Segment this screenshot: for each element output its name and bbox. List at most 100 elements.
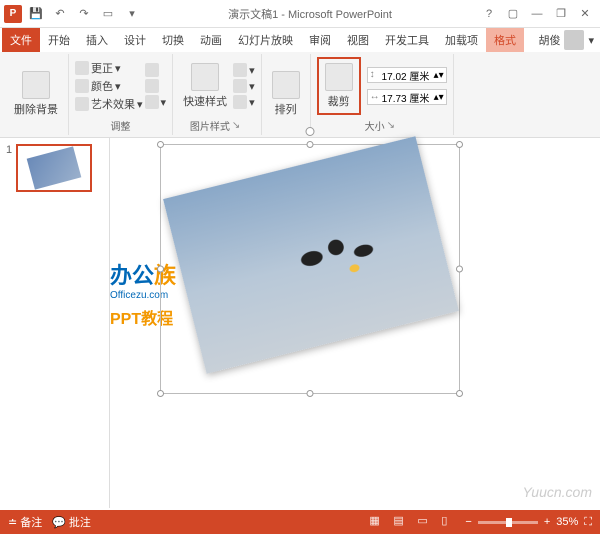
user-name: 胡俊 (538, 32, 560, 48)
undo-icon[interactable]: ↶ (50, 4, 70, 24)
resize-handle-w[interactable] (157, 266, 164, 273)
zoom-out-icon[interactable]: − (465, 516, 471, 528)
sorter-view-icon[interactable]: ▤ (393, 514, 411, 530)
fit-to-window-icon[interactable]: ⛶ (584, 516, 592, 529)
spinner-up-down-icon[interactable]: ▴▾ (434, 70, 444, 81)
tab-design[interactable]: 设计 (116, 28, 154, 52)
redo-icon[interactable]: ↷ (74, 4, 94, 24)
change-picture-button[interactable] (145, 79, 167, 93)
resize-handle-s[interactable] (307, 390, 314, 397)
title-bar: P 💾 ↶ ↷ ▭ ▾ 演示文稿1 - Microsoft PowerPoint… (0, 0, 600, 28)
tab-slideshow[interactable]: 幻灯片放映 (230, 28, 301, 52)
dialog-launcher-icon[interactable]: ↘ (387, 120, 399, 132)
quick-styles-button[interactable]: 快速样式 (179, 61, 231, 111)
window-controls: ? ▢ — ❐ ✕ (478, 4, 596, 24)
group-arrange: 排列 (262, 54, 311, 135)
tab-view[interactable]: 视图 (339, 28, 377, 52)
thumbnail-image (27, 146, 82, 189)
crop-icon (325, 63, 353, 91)
tab-review[interactable]: 审阅 (301, 28, 339, 52)
group-styles: 快速样式 ▾ ▾ ▾ 图片样式 ↘ (173, 54, 262, 135)
notes-button[interactable]: ≐备注 (8, 514, 42, 530)
ribbon-options-icon[interactable]: ▢ (502, 4, 524, 24)
start-slideshow-icon[interactable]: ▭ (98, 4, 118, 24)
spinner-up-down-icon[interactable]: ▴▾ (434, 92, 444, 103)
slideshow-view-icon[interactable]: ▯ (441, 514, 459, 530)
restore-icon[interactable]: ❐ (550, 4, 572, 24)
comments-button[interactable]: 💬批注 (52, 514, 91, 530)
status-bar: ≐备注 💬批注 ▦ ▤ ▭ ▯ − + 35% ⛶ (0, 510, 600, 534)
group-adjust: 更正▾ 颜色▾ 艺术效果▾ ▾ 调整 (69, 54, 173, 135)
tab-format[interactable]: 格式 (486, 28, 524, 52)
quick-styles-icon (191, 63, 219, 91)
resize-handle-e[interactable] (456, 266, 463, 273)
remove-background-button[interactable]: 删除背景 (10, 69, 62, 119)
group-label-styles: 图片样式 ↘ (190, 116, 244, 133)
group-label-adjust: 调整 (111, 116, 131, 133)
tab-addins[interactable]: 加载项 (437, 28, 486, 52)
resize-handle-nw[interactable] (157, 141, 164, 148)
reading-view-icon[interactable]: ▭ (417, 514, 435, 530)
artistic-icon (75, 97, 89, 111)
height-input[interactable] (382, 70, 432, 81)
tab-developer[interactable]: 开发工具 (377, 28, 437, 52)
corrections-button[interactable]: 更正▾ (75, 60, 143, 76)
quick-access-toolbar: 💾 ↶ ↷ ▭ ▾ (26, 4, 142, 24)
minimize-icon[interactable]: — (526, 4, 548, 24)
arrange-button[interactable]: 排列 (268, 69, 304, 119)
dialog-launcher-icon[interactable]: ↘ (232, 120, 244, 132)
picture-effects-button[interactable]: ▾ (233, 79, 255, 93)
chevron-down-icon: ▾ (588, 34, 594, 47)
tab-animations[interactable]: 动画 (192, 28, 230, 52)
ribbon: 删除背景 更正▾ 颜色▾ 艺术效果▾ ▾ 调整 快速样式 (0, 52, 600, 138)
tab-insert[interactable]: 插入 (78, 28, 116, 52)
user-info[interactable]: 胡俊 ▾ (538, 30, 600, 50)
width-icon: ↔ (370, 91, 380, 103)
help-icon[interactable]: ? (478, 4, 500, 24)
compress-icon (145, 63, 159, 77)
zoom-level[interactable]: 35% (556, 516, 578, 528)
resize-handle-n[interactable] (307, 141, 314, 148)
rotation-handle[interactable] (306, 127, 315, 136)
resize-handle-se[interactable] (456, 390, 463, 397)
picture-layout-button[interactable]: ▾ (233, 95, 255, 109)
qat-dropdown-icon[interactable]: ▾ (122, 4, 142, 24)
resize-handle-sw[interactable] (157, 390, 164, 397)
layout-icon (233, 95, 247, 109)
slide-thumbnail-row[interactable]: 1 (6, 144, 103, 192)
width-spinner[interactable]: ↔ ▴▾ (367, 89, 447, 105)
tab-file[interactable]: 文件 (2, 28, 40, 52)
penguin-photo[interactable] (163, 136, 459, 374)
width-input[interactable] (382, 92, 432, 103)
compress-button[interactable] (145, 63, 167, 77)
close-icon[interactable]: ✕ (574, 4, 596, 24)
picture-border-button[interactable]: ▾ (233, 63, 255, 77)
color-button[interactable]: 颜色▾ (75, 78, 143, 94)
save-icon[interactable]: 💾 (26, 4, 46, 24)
crop-highlight: 裁剪 (317, 57, 361, 115)
zoom-thumb[interactable] (506, 518, 512, 527)
watermark-site: Yuucn.com (522, 484, 592, 500)
ribbon-tabs: 文件 开始 插入 设计 切换 动画 幻灯片放映 审阅 视图 开发工具 加载项 格… (0, 28, 600, 52)
resize-handle-ne[interactable] (456, 141, 463, 148)
zoom-in-icon[interactable]: + (544, 516, 550, 528)
height-spinner[interactable]: ↕ ▴▾ (367, 67, 447, 83)
selected-picture-object[interactable] (160, 144, 460, 394)
tab-home[interactable]: 开始 (40, 28, 78, 52)
group-size: 裁剪 ↕ ▴▾ ↔ ▴▾ 大小 ↘ (311, 54, 454, 135)
normal-view-icon[interactable]: ▦ (369, 514, 387, 530)
slide-number: 1 (6, 144, 12, 192)
slide-thumbnail[interactable] (16, 144, 92, 192)
reset-picture-button[interactable]: ▾ (145, 95, 167, 109)
color-icon (75, 79, 89, 93)
reset-icon (145, 95, 159, 109)
artistic-effects-button[interactable]: 艺术效果▾ (75, 96, 143, 112)
slide-canvas[interactable]: 办公族 Officezu.com PPT教程 Yuucn.com (110, 138, 600, 508)
change-pic-icon (145, 79, 159, 93)
effects-icon (233, 79, 247, 93)
zoom-slider[interactable] (478, 521, 538, 524)
thumbnail-pane[interactable]: 1 (0, 138, 110, 508)
tab-transitions[interactable]: 切换 (154, 28, 192, 52)
crop-button[interactable]: 裁剪 (321, 61, 357, 111)
border-icon (233, 63, 247, 77)
